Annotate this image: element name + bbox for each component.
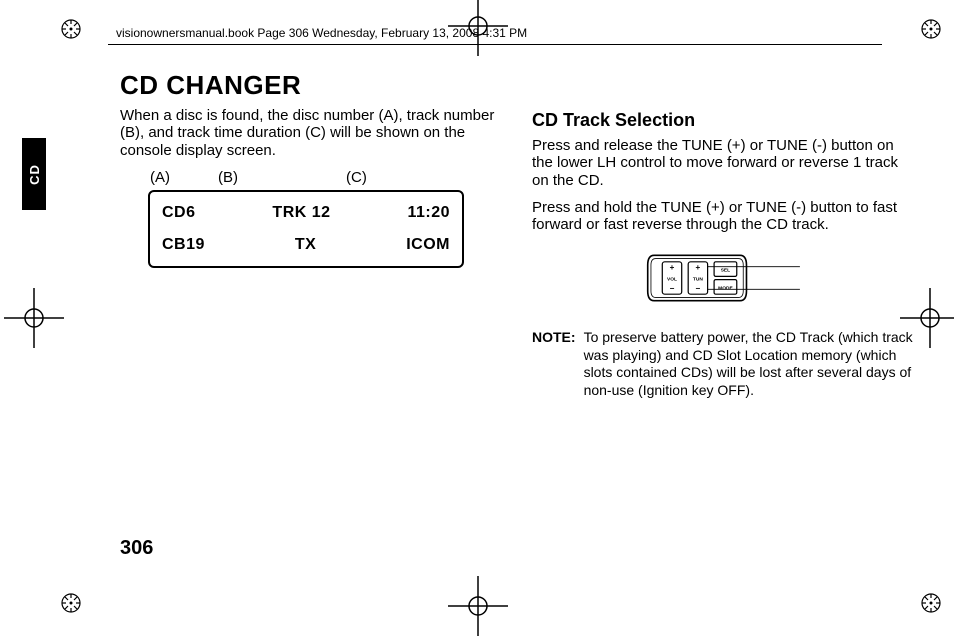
lh-control-icon: + VOL − + TUN − SEL MODE <box>638 245 808 311</box>
section-tab: CD <box>22 138 46 210</box>
display-tx: TX <box>295 236 316 254</box>
console-display: CD6 TRK 12 11:20 CB19 TX ICOM <box>148 190 464 268</box>
label-a: (A) <box>150 169 170 186</box>
page: visionownersmanual.book Page 306 Wednesd… <box>0 0 954 636</box>
label-b: (B) <box>218 169 238 186</box>
display-cd: CD6 <box>162 204 196 222</box>
section-subtitle: CD Track Selection <box>532 110 914 131</box>
note-label: NOTE: <box>532 329 576 399</box>
page-title: CD CHANGER <box>120 70 502 101</box>
registration-mark-icon <box>60 592 82 614</box>
display-row-1: CD6 TRK 12 11:20 <box>162 204 450 222</box>
vol-label: VOL <box>667 277 677 283</box>
content: CD CHANGER When a disc is found, the dis… <box>120 70 914 566</box>
page-header: visionownersmanual.book Page 306 Wednesd… <box>116 26 527 40</box>
header-rule <box>108 44 882 45</box>
vol-plus-label: + <box>670 263 675 272</box>
column-right: CD Track Selection Press and release the… <box>532 70 914 566</box>
crop-mark-icon <box>448 576 508 636</box>
sel-label: SEL <box>721 268 730 274</box>
display-row-2: CB19 TX ICOM <box>162 236 450 254</box>
display-cb: CB19 <box>162 236 205 254</box>
vol-minus-label: − <box>670 284 675 293</box>
label-c: (C) <box>346 169 367 186</box>
column-left: CD CHANGER When a disc is found, the dis… <box>120 70 502 566</box>
registration-mark-icon <box>60 18 82 40</box>
registration-mark-icon <box>920 18 942 40</box>
registration-mark-icon <box>920 592 942 614</box>
tun-minus-label: − <box>696 284 701 293</box>
paragraph-1: Press and release the TUNE (+) or TUNE (… <box>532 137 914 189</box>
page-number: 306 <box>120 537 153 560</box>
note-block: NOTE: To preserve battery power, the CD … <box>532 329 914 399</box>
control-figure: + VOL − + TUN − SEL MODE <box>532 245 914 311</box>
crop-mark-icon <box>4 288 64 348</box>
paragraph-2: Press and hold the TUNE (+) or TUNE (-) … <box>532 199 914 234</box>
tun-label: TUN <box>693 277 703 283</box>
display-time: 11:20 <box>407 204 450 222</box>
tun-plus-label: + <box>696 263 701 272</box>
display-track: TRK 12 <box>272 204 330 222</box>
note-body: To preserve battery power, the CD Track … <box>584 329 914 399</box>
display-labels: (A) (B) (C) <box>150 169 502 186</box>
display-icom: ICOM <box>406 236 450 254</box>
intro-paragraph: When a disc is found, the disc number (A… <box>120 107 502 159</box>
mode-label: MODE <box>718 286 733 292</box>
section-tab-label: CD <box>27 164 42 185</box>
